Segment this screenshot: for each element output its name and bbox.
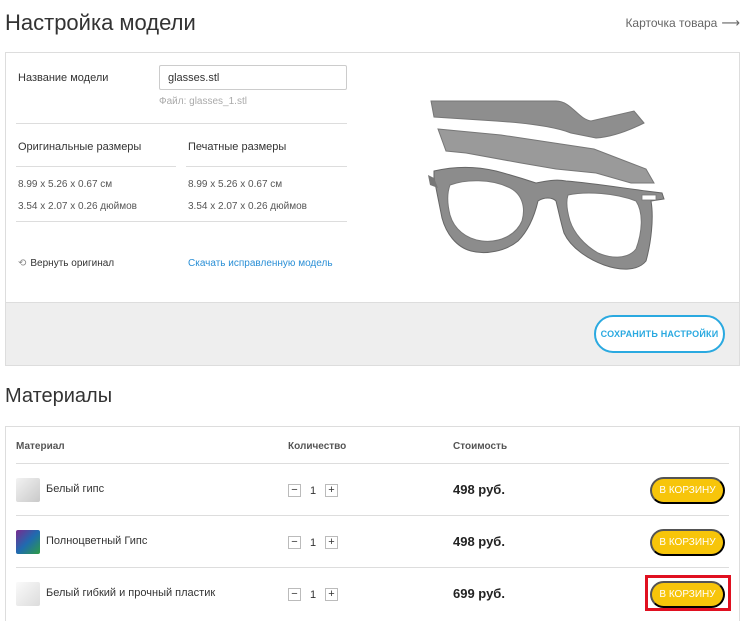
model-name-input[interactable] xyxy=(159,65,347,90)
table-row: Белый гипс − 1 + 498 руб. В КОРЗИНУ xyxy=(16,463,729,515)
add-to-cart-button[interactable]: В КОРЗИНУ xyxy=(650,529,725,556)
material-price: 699 руб. xyxy=(453,586,505,601)
product-card-link-label: Карточка товара xyxy=(625,16,718,30)
materials-table: Материал Количество Стоимость Белый гипс… xyxy=(5,426,740,621)
quantity-stepper: − 1 + xyxy=(288,536,338,549)
model-name-label: Название модели xyxy=(18,72,109,84)
quantity-stepper: − 1 + xyxy=(288,484,338,497)
quantity-stepper: − 1 + xyxy=(288,588,338,601)
quantity-value: 1 xyxy=(310,536,317,549)
model-settings-panel: Название модели Файл: glasses_1.stl Ориг… xyxy=(5,52,740,366)
increase-button[interactable]: + xyxy=(325,588,338,601)
original-size-in: 3.54 x 2.07 x 0.26 дюймов xyxy=(18,201,137,212)
download-fixed-model-link[interactable]: Скачать исправленную модель xyxy=(188,258,333,269)
arrow-right-icon: ⟶ xyxy=(721,15,740,30)
original-size-cm: 8.99 x 5.26 x 0.67 см xyxy=(18,179,113,190)
table-row: Белый гибкий и прочный пластик − 1 + 699… xyxy=(16,567,731,619)
increase-button[interactable]: + xyxy=(325,484,338,497)
print-size-in: 3.54 x 2.07 x 0.26 дюймов xyxy=(188,201,307,212)
divider xyxy=(186,166,347,167)
product-card-link[interactable]: Карточка товара ⟶ xyxy=(625,15,740,31)
decrease-button[interactable]: − xyxy=(288,536,301,549)
materials-title: Материалы xyxy=(5,385,113,407)
material-name: Белый гипс xyxy=(46,483,105,495)
increase-button[interactable]: + xyxy=(325,536,338,549)
print-size-label: Печатные размеры xyxy=(188,141,287,153)
divider xyxy=(16,221,347,222)
settings-footer: СОХРАНИТЬ НАСТРОЙКИ xyxy=(6,302,739,365)
undo-icon: ⟲ xyxy=(18,258,27,269)
print-size-cm: 8.99 x 5.26 x 0.67 см xyxy=(188,179,283,190)
divider xyxy=(16,166,176,167)
column-header-material: Материал xyxy=(16,441,65,452)
table-row: Полноцветный Гипс − 1 + 498 руб. В КОРЗИ… xyxy=(16,515,729,567)
quantity-value: 1 xyxy=(310,484,317,497)
material-name: Белый гибкий и прочный пластик xyxy=(46,587,216,599)
page-title: Настройка модели xyxy=(5,10,196,35)
column-header-cost: Стоимость xyxy=(453,441,508,452)
divider xyxy=(16,123,347,124)
decrease-button[interactable]: − xyxy=(288,484,301,497)
material-price: 498 руб. xyxy=(453,534,505,549)
decrease-button[interactable]: − xyxy=(288,588,301,601)
revert-original-label: Вернуть оригинал xyxy=(30,258,115,269)
material-price: 498 руб. xyxy=(453,482,505,497)
add-to-cart-button[interactable]: В КОРЗИНУ xyxy=(650,581,725,608)
column-header-quantity: Количество xyxy=(288,441,347,452)
quantity-value: 1 xyxy=(310,588,317,601)
model-3d-preview[interactable] xyxy=(406,83,676,293)
revert-original-button[interactable]: ⟲ Вернуть оригинал xyxy=(18,258,114,269)
file-hint: Файл: glasses_1.stl xyxy=(159,96,247,107)
material-name: Полноцветный Гипс xyxy=(46,535,148,547)
material-thumbnail xyxy=(16,530,40,554)
save-settings-button[interactable]: СОХРАНИТЬ НАСТРОЙКИ xyxy=(594,315,725,353)
material-thumbnail xyxy=(16,582,40,606)
original-size-label: Оригинальные размеры xyxy=(18,141,142,153)
add-to-cart-button[interactable]: В КОРЗИНУ xyxy=(650,477,725,504)
material-thumbnail xyxy=(16,478,40,502)
